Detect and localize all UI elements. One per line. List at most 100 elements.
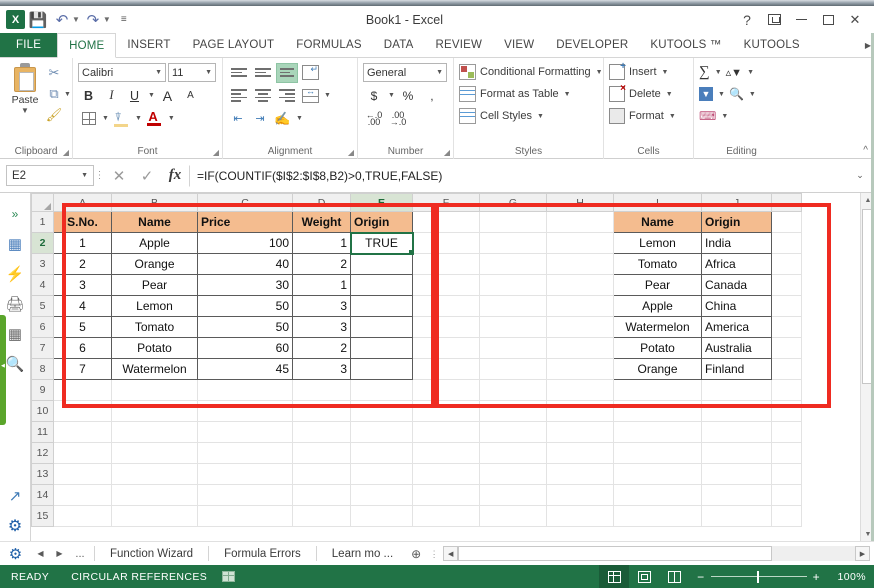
cell-i5[interactable]: Apple <box>613 295 702 317</box>
bold-button[interactable]: B <box>78 86 99 106</box>
cell-g2[interactable] <box>479 232 547 254</box>
cell-g12[interactable] <box>479 442 547 464</box>
cell-j3[interactable]: Africa <box>701 253 772 275</box>
cell-f7[interactable] <box>412 337 480 359</box>
cell-e6[interactable] <box>350 316 413 338</box>
cell-g8[interactable] <box>479 358 547 380</box>
merge-cells-button[interactable] <box>300 86 321 106</box>
horizontal-scrollbar[interactable]: ◀ ▶ <box>443 546 870 561</box>
font-size-combobox[interactable]: 11 ▼ <box>168 63 216 82</box>
row-header-5[interactable]: 5 <box>31 295 54 317</box>
cell-e5[interactable] <box>350 295 413 317</box>
copy-button[interactable]: ⧉ ▼ <box>45 85 71 103</box>
cell-j11[interactable] <box>701 421 772 443</box>
cell-a7[interactable]: 6 <box>53 337 112 359</box>
cell-c9[interactable] <box>197 379 293 401</box>
zoom-slider-thumb[interactable] <box>756 570 760 583</box>
tab-formulas[interactable]: FORMULAS <box>285 33 373 57</box>
insert-cells-button[interactable]: Insert ▼ <box>609 61 688 83</box>
cell-k11[interactable] <box>771 421 802 443</box>
cell-h1[interactable] <box>546 211 614 233</box>
cell-h11[interactable] <box>546 421 614 443</box>
cell-j8[interactable]: Finland <box>701 358 772 380</box>
fill-color-caret-icon[interactable]: ▼ <box>135 115 142 122</box>
find-select-caret-icon[interactable]: ▼ <box>749 91 756 98</box>
cell-h7[interactable] <box>546 337 614 359</box>
chevron-double-right-icon[interactable]: » <box>3 199 27 229</box>
increase-indent-button[interactable]: ⇥ <box>250 110 270 128</box>
cell-c11[interactable] <box>197 421 293 443</box>
cell-d8[interactable]: 3 <box>292 358 351 380</box>
increase-decimal-button[interactable]: ←.0.00 <box>363 109 385 129</box>
zoom-out-button[interactable]: − <box>697 570 704 584</box>
cell-j12[interactable] <box>701 442 772 464</box>
column-header-c[interactable]: C <box>197 193 293 212</box>
column-header-d[interactable]: D <box>292 193 351 212</box>
orientation-caret-icon[interactable]: ▼ <box>296 115 303 122</box>
cell-j5[interactable]: China <box>701 295 772 317</box>
close-button[interactable]: ✕ <box>842 9 868 31</box>
alignment-dialog-launcher-icon[interactable]: ◢ <box>348 148 354 157</box>
scroll-right-icon[interactable]: ▶ <box>855 546 870 561</box>
cell-i6[interactable]: Watermelon <box>613 316 702 338</box>
cell-f11[interactable] <box>412 421 480 443</box>
row-header-15[interactable]: 15 <box>31 505 54 527</box>
cell-h10[interactable] <box>546 400 614 422</box>
row-header-13[interactable]: 13 <box>31 463 54 485</box>
cell-h6[interactable] <box>546 316 614 338</box>
column-header-k-partial[interactable] <box>771 193 802 212</box>
cell-k10[interactable] <box>771 400 802 422</box>
row-header-9[interactable]: 9 <box>31 379 54 401</box>
cell-d3[interactable]: 2 <box>292 253 351 275</box>
cell-j14[interactable] <box>701 484 772 506</box>
align-right-button[interactable] <box>276 86 298 106</box>
external-link-icon[interactable]: ↗ <box>3 481 27 511</box>
tab-home[interactable]: HOME <box>57 33 117 58</box>
sheet-tab-function-wizard[interactable]: Function Wizard <box>98 543 205 565</box>
row-header-7[interactable]: 7 <box>31 337 54 359</box>
cell-b13[interactable] <box>111 463 198 485</box>
tab-review[interactable]: REVIEW <box>425 33 494 57</box>
cell-d9[interactable] <box>292 379 351 401</box>
copy-caret-icon[interactable]: ▼ <box>64 91 71 98</box>
tab-kutools[interactable]: KUTOOLS <box>733 33 811 57</box>
cell-a1[interactable]: S.No. <box>53 211 112 233</box>
cell-i11[interactable] <box>613 421 702 443</box>
align-center-button[interactable] <box>252 86 274 106</box>
cell-b9[interactable] <box>111 379 198 401</box>
cut-button[interactable]: ✂ <box>45 64 63 82</box>
cell-b7[interactable]: Potato <box>111 337 198 359</box>
cell-g4[interactable] <box>479 274 547 296</box>
tab-insert[interactable]: INSERT <box>116 33 181 57</box>
insert-function-button[interactable]: fx <box>161 165 189 187</box>
format-caret-icon[interactable]: ▼ <box>669 113 676 120</box>
wrap-text-button[interactable] <box>300 63 321 83</box>
cell-i8[interactable]: Orange <box>613 358 702 380</box>
cell-c14[interactable] <box>197 484 293 506</box>
font-name-caret-icon[interactable]: ▼ <box>151 69 162 76</box>
fill-button[interactable]: ▼ <box>699 87 713 101</box>
cell-g11[interactable] <box>479 421 547 443</box>
cell-f3[interactable] <box>412 253 480 275</box>
cell-d14[interactable] <box>292 484 351 506</box>
cell-a8[interactable]: 7 <box>53 358 112 380</box>
zoom-slider-track[interactable] <box>710 570 807 583</box>
decrease-indent-button[interactable]: ⇤ <box>228 110 248 128</box>
worksheet-icon[interactable]: ▦ <box>3 229 27 259</box>
cell-h9[interactable] <box>546 379 614 401</box>
align-bottom-button[interactable] <box>276 62 298 83</box>
cell-a12[interactable] <box>53 442 112 464</box>
cell-b3[interactable]: Orange <box>111 253 198 275</box>
row-header-3[interactable]: 3 <box>31 253 54 275</box>
cell-e15[interactable] <box>350 505 413 527</box>
align-left-button[interactable] <box>228 86 250 106</box>
autosum-caret-icon[interactable]: ▼ <box>715 69 722 76</box>
cell-k5[interactable] <box>771 295 802 317</box>
cell-k15[interactable] <box>771 505 802 527</box>
cell-c1[interactable]: Price <box>197 211 293 233</box>
cell-g5[interactable] <box>479 295 547 317</box>
number-dialog-launcher-icon[interactable]: ◢ <box>444 148 450 157</box>
row-header-11[interactable]: 11 <box>31 421 54 443</box>
comma-style-button[interactable]: , <box>421 86 443 106</box>
cell-i10[interactable] <box>613 400 702 422</box>
